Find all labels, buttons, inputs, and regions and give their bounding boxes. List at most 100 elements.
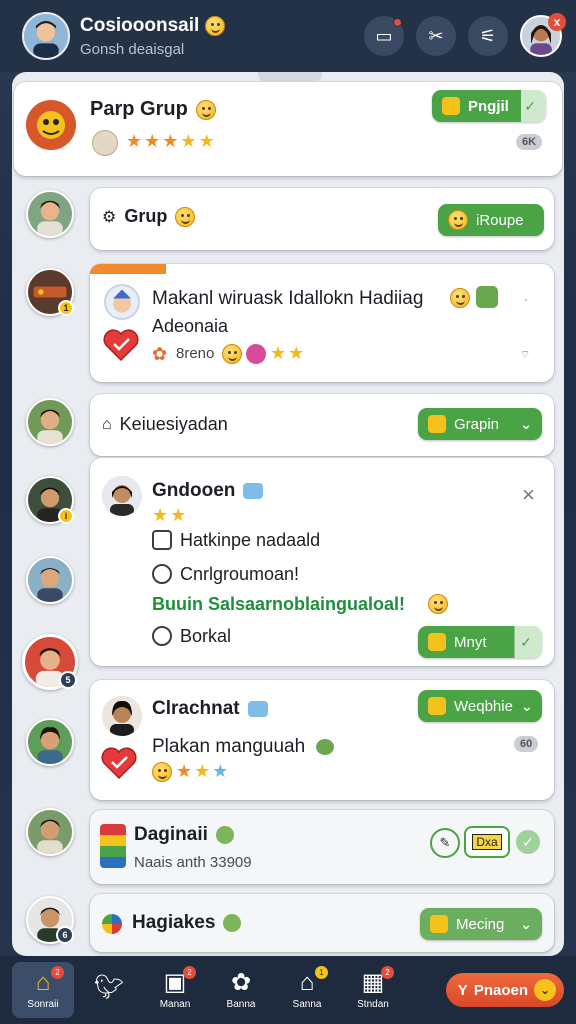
star-icon: ★: [162, 131, 179, 151]
close-icon[interactable]: x: [548, 13, 566, 31]
join-group-label: iRoupe: [476, 211, 524, 229]
chat-bubble-icon: [243, 483, 264, 499]
user-avatar[interactable]: [22, 12, 70, 60]
smile-emoji-icon: [205, 15, 226, 36]
chevron-down-icon: ⌄: [520, 415, 532, 432]
smile-emoji-icon: [195, 99, 216, 120]
group-options-card[interactable]: Gndooen ★ ★ × Hatkinpe nadaald Cnrlgroum…: [90, 458, 554, 666]
house-icon: ⌂: [299, 968, 315, 996]
nav-home[interactable]: ⌂ Sonraii 2: [12, 962, 74, 1018]
reply-button-label: Weqbhie: [454, 697, 513, 715]
heart-icon: [100, 746, 138, 780]
mute-icon[interactable]: ✎: [430, 828, 460, 858]
contact-avatar-selected[interactable]: 5: [22, 634, 78, 690]
note-icon: [430, 915, 448, 933]
contact-avatar[interactable]: 1: [26, 268, 74, 316]
star-icon: ★: [194, 761, 211, 781]
contact-avatar[interactable]: [26, 808, 74, 856]
contact-avatar[interactable]: i: [26, 476, 74, 524]
cta-label: Pnaoen: [473, 981, 528, 999]
contact-avatar[interactable]: 6: [26, 896, 74, 944]
app-icon: [102, 914, 122, 934]
bird-icon: 🐦︎: [93, 974, 125, 1001]
join-button[interactable]: Pngjil ✓: [432, 90, 546, 122]
join-group-button[interactable]: iRoupe: [438, 204, 544, 236]
meeting-button-label: Mecing: [456, 915, 505, 933]
gift-icon: [476, 286, 498, 308]
chat-bubble-icon: [247, 701, 268, 717]
group-avatar: [102, 476, 142, 516]
nav-blocks[interactable]: ▦ Stndan 2: [342, 962, 404, 1018]
star-icon: ★: [126, 131, 143, 151]
star-icon: ★: [152, 505, 169, 525]
message-card-clrachnat[interactable]: Clrachnat Weqbhie ⌄ Plakan manguuah 60 ★…: [90, 680, 554, 800]
join-group-button[interactable]: Grapin ⌄: [418, 408, 542, 440]
chevron-down-icon: ⌄: [520, 915, 532, 932]
sticker-icon: [246, 344, 266, 364]
close-icon[interactable]: ×: [522, 482, 535, 508]
reply-button[interactable]: Weqbhie ⌄: [418, 690, 542, 722]
app-title-block: Cosiooonsail Gonsh deaisgal: [80, 15, 226, 58]
meeting-button[interactable]: Mecing ⌄: [420, 908, 542, 940]
option-link[interactable]: Buuin Salsaarnoblaingualoal!: [152, 594, 405, 615]
nav-badge: 1: [315, 966, 328, 979]
join-button-label: Pngjil: [468, 97, 509, 115]
drag-handle[interactable]: [258, 72, 322, 82]
smile-emoji-icon: [175, 206, 196, 227]
checkbox-icon[interactable]: [152, 530, 172, 550]
profile-avatar[interactable]: x: [520, 13, 566, 57]
group-card-hagiakes[interactable]: Hagiakes Mecing ⌄: [90, 894, 554, 952]
notification-dot: [393, 18, 402, 27]
group-title: Gndooen: [152, 480, 264, 502]
group-title: Hagiakes: [132, 912, 242, 934]
confirm-button[interactable]: Mnyt ✓: [418, 626, 542, 658]
option-label[interactable]: Cnrlgroumoan!: [180, 564, 299, 585]
nav-pets[interactable]: ✿ Banna: [210, 962, 272, 1018]
group-card-daginaii[interactable]: Daginaii Naais anth 33909 ✎ Dxa ✓: [90, 810, 554, 884]
cta-prefix: Y: [457, 981, 468, 999]
top-actions: ▭ ✂ ⚟ x: [364, 13, 566, 57]
top-bar: Cosiooonsail Gonsh deaisgal ▭ ✂ ⚟ x: [0, 0, 576, 72]
contact-avatar[interactable]: [26, 190, 74, 238]
heart-icon: [102, 328, 140, 362]
check-icon: ✓: [520, 633, 532, 650]
option-label[interactable]: Borkal: [180, 626, 231, 647]
more-icon[interactable]: ·: [524, 292, 528, 306]
smile-emoji-icon: [450, 288, 470, 308]
star-icon: ★: [180, 131, 197, 151]
settings-button[interactable]: ⚟: [468, 16, 508, 56]
group-title: Parp Grup: [90, 98, 216, 121]
shield-icon[interactable]: [152, 626, 172, 646]
message-title-text: Makanl wiruask Idallokn Hadiiag: [152, 288, 424, 309]
message-card[interactable]: Makanl wiruask Idallokn Hadiiag · Adeona…: [90, 264, 554, 382]
smile-emoji-icon: [448, 210, 468, 230]
nav-label: Sanna: [292, 998, 322, 1010]
app-subtitle: Gonsh deaisgal: [80, 40, 185, 58]
leaf-icon: [223, 914, 242, 932]
smile-emoji-icon: [152, 762, 172, 782]
contact-avatar[interactable]: [26, 398, 74, 446]
lock-icon: [428, 633, 446, 651]
tools-button[interactable]: ✂: [416, 16, 456, 56]
radio-icon[interactable]: [152, 564, 172, 584]
group-card-keiuesiyadan[interactable]: ⌂ Keiuesiyadan Grapin ⌄: [90, 394, 554, 456]
contact-avatar[interactable]: [26, 718, 74, 766]
video-chat-button[interactable]: ▭: [364, 16, 404, 56]
mascot-avatar: [104, 284, 140, 320]
rating-stars: ★ ★ ★ ★ ★: [126, 132, 215, 150]
option-label[interactable]: Hatkinpe nadaald: [180, 530, 320, 551]
check-icon: ✓: [524, 97, 536, 114]
cta-button[interactable]: Y Pnaoen ⌄: [445, 973, 564, 1007]
nav-images[interactable]: ▣ Manan 2: [144, 962, 206, 1018]
nav-bird[interactable]: 🐦︎: [78, 962, 140, 1018]
home-icon: ⌂: [102, 415, 112, 433]
tag-button[interactable]: Dxa: [464, 826, 510, 858]
group-card-parp-grup[interactable]: Parp Grup ★ ★ ★ ★ ★ Pngjil ✓ 6K: [14, 82, 562, 176]
group-card-grup[interactable]: ⚙ Grup iRoupe: [90, 188, 554, 250]
star-icon: ★: [288, 343, 305, 363]
contact-avatar[interactable]: [26, 556, 74, 604]
nav-house[interactable]: ⌂ Sanna 1: [276, 962, 338, 1018]
star-icon: ★: [176, 761, 193, 781]
unread-badge: 5: [59, 671, 77, 689]
check-icon[interactable]: ✓: [516, 830, 540, 854]
